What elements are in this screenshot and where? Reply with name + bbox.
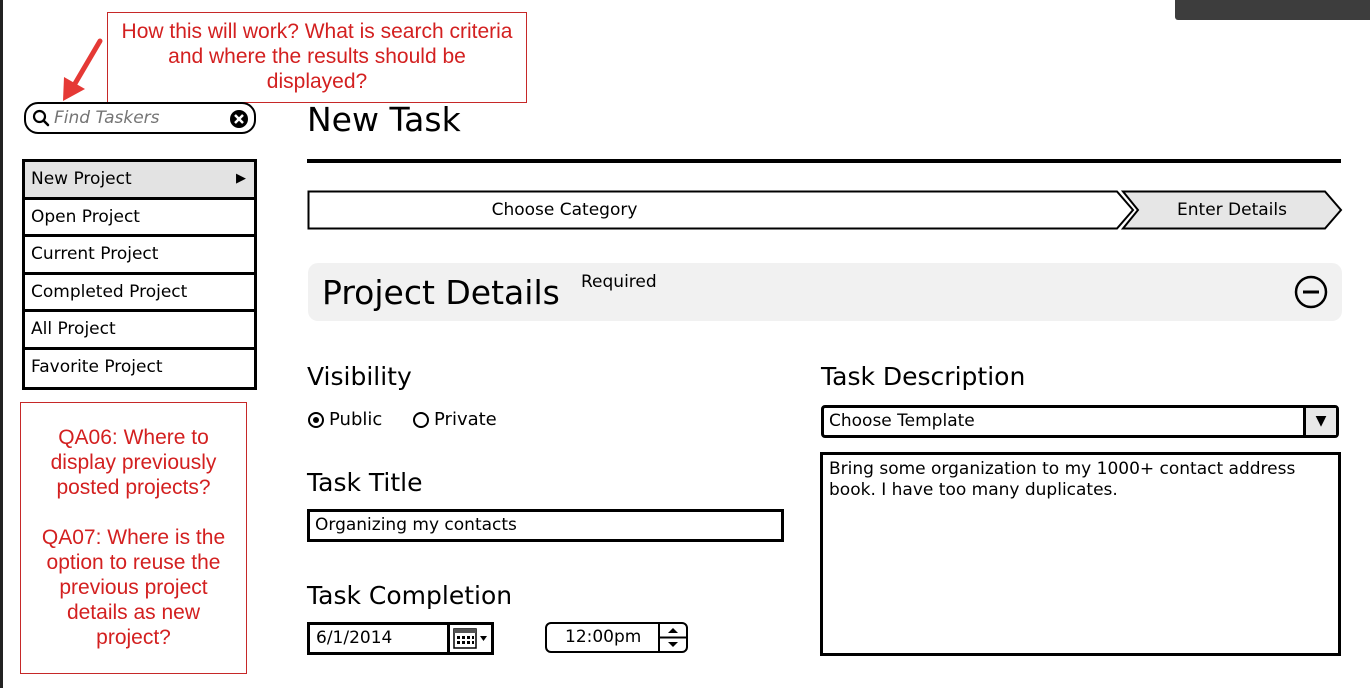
task-description-label: Task Description (821, 362, 1026, 391)
menu-item-label: New Project (31, 169, 132, 189)
calendar-picker-button[interactable] (447, 625, 491, 652)
menu-item-new-project[interactable]: New Project ▶ (25, 162, 254, 200)
menu-item-label: Favorite Project (31, 356, 163, 377)
visibility-label: Visibility (307, 362, 412, 391)
clear-search-icon[interactable] (229, 109, 249, 129)
title-divider (307, 159, 1341, 163)
time-stepper[interactable] (658, 624, 686, 651)
task-title-input[interactable]: Organizing my contacts (307, 509, 784, 542)
radio-public[interactable]: Public (308, 409, 382, 430)
stepper-arrows-icon (660, 628, 686, 647)
completion-date-field[interactable]: 6/1/2014 (307, 622, 494, 655)
collapse-icon[interactable] (1294, 275, 1328, 309)
wizard-step-enter-details[interactable]: Enter Details (1137, 190, 1327, 230)
task-title-label: Task Title (307, 468, 423, 497)
radio-public-label: Public (329, 409, 383, 430)
find-taskers-search[interactable] (24, 102, 256, 134)
radio-selected-icon (308, 411, 324, 428)
required-label: Required (581, 272, 657, 292)
menu-item-all-project[interactable]: All Project (25, 312, 254, 350)
time-value: 12:00pm (565, 627, 642, 647)
task-completion-label: Task Completion (307, 581, 513, 610)
menu-item-label: Open Project (31, 206, 140, 227)
section-title: Project Details (322, 273, 560, 312)
project-annotation-note: QA06: Where to display previously posted… (20, 402, 247, 674)
radio-private-label: Private (434, 409, 497, 430)
project-details-header: Project Details Required (308, 263, 1342, 321)
template-dropdown-value: Choose Template (829, 411, 975, 431)
calendar-icon (453, 628, 487, 649)
window-left-edge (0, 0, 3, 688)
completion-time-field[interactable]: 12:00pm (545, 622, 688, 653)
annotation-arrow-icon (63, 38, 103, 101)
top-window-tab (1175, 0, 1370, 20)
page-title: New Task (307, 100, 461, 139)
project-menu: New Project ▶ Open Project Current Proje… (22, 159, 257, 390)
menu-item-completed-project[interactable]: Completed Project (25, 274, 254, 312)
search-input[interactable] (54, 107, 224, 129)
project-annotation-text-1: QA06: Where to display previously posted… (50, 426, 217, 499)
search-annotation-text: How this will work? What is search crite… (121, 20, 513, 93)
radio-unselected-icon (413, 411, 429, 428)
wizard-steps: Choose Category Enter Details (307, 190, 1343, 230)
wizard-step-choose-category[interactable]: Choose Category (307, 190, 822, 230)
date-value: 6/1/2014 (316, 628, 393, 648)
menu-item-label: Completed Project (31, 281, 188, 302)
menu-item-favorite-project[interactable]: Favorite Project (25, 349, 254, 387)
menu-item-current-project[interactable]: Current Project (25, 237, 254, 275)
radio-private[interactable]: Private (413, 409, 497, 430)
search-annotation-note: How this will work? What is search crite… (107, 12, 527, 103)
submenu-arrow-icon: ▶ (236, 171, 246, 186)
dropdown-arrow-icon[interactable]: ▼ (1303, 408, 1336, 435)
search-icon (32, 109, 50, 127)
menu-item-label: All Project (31, 319, 116, 339)
task-description-textarea[interactable]: Bring some organization to my 1000+ cont… (820, 452, 1341, 656)
project-annotation-text-2: QA07: Where is the option to reuse the p… (41, 526, 226, 649)
menu-item-open-project[interactable]: Open Project (25, 199, 254, 237)
template-dropdown[interactable]: Choose Template ▼ (821, 405, 1339, 438)
menu-item-label: Current Project (31, 244, 159, 264)
